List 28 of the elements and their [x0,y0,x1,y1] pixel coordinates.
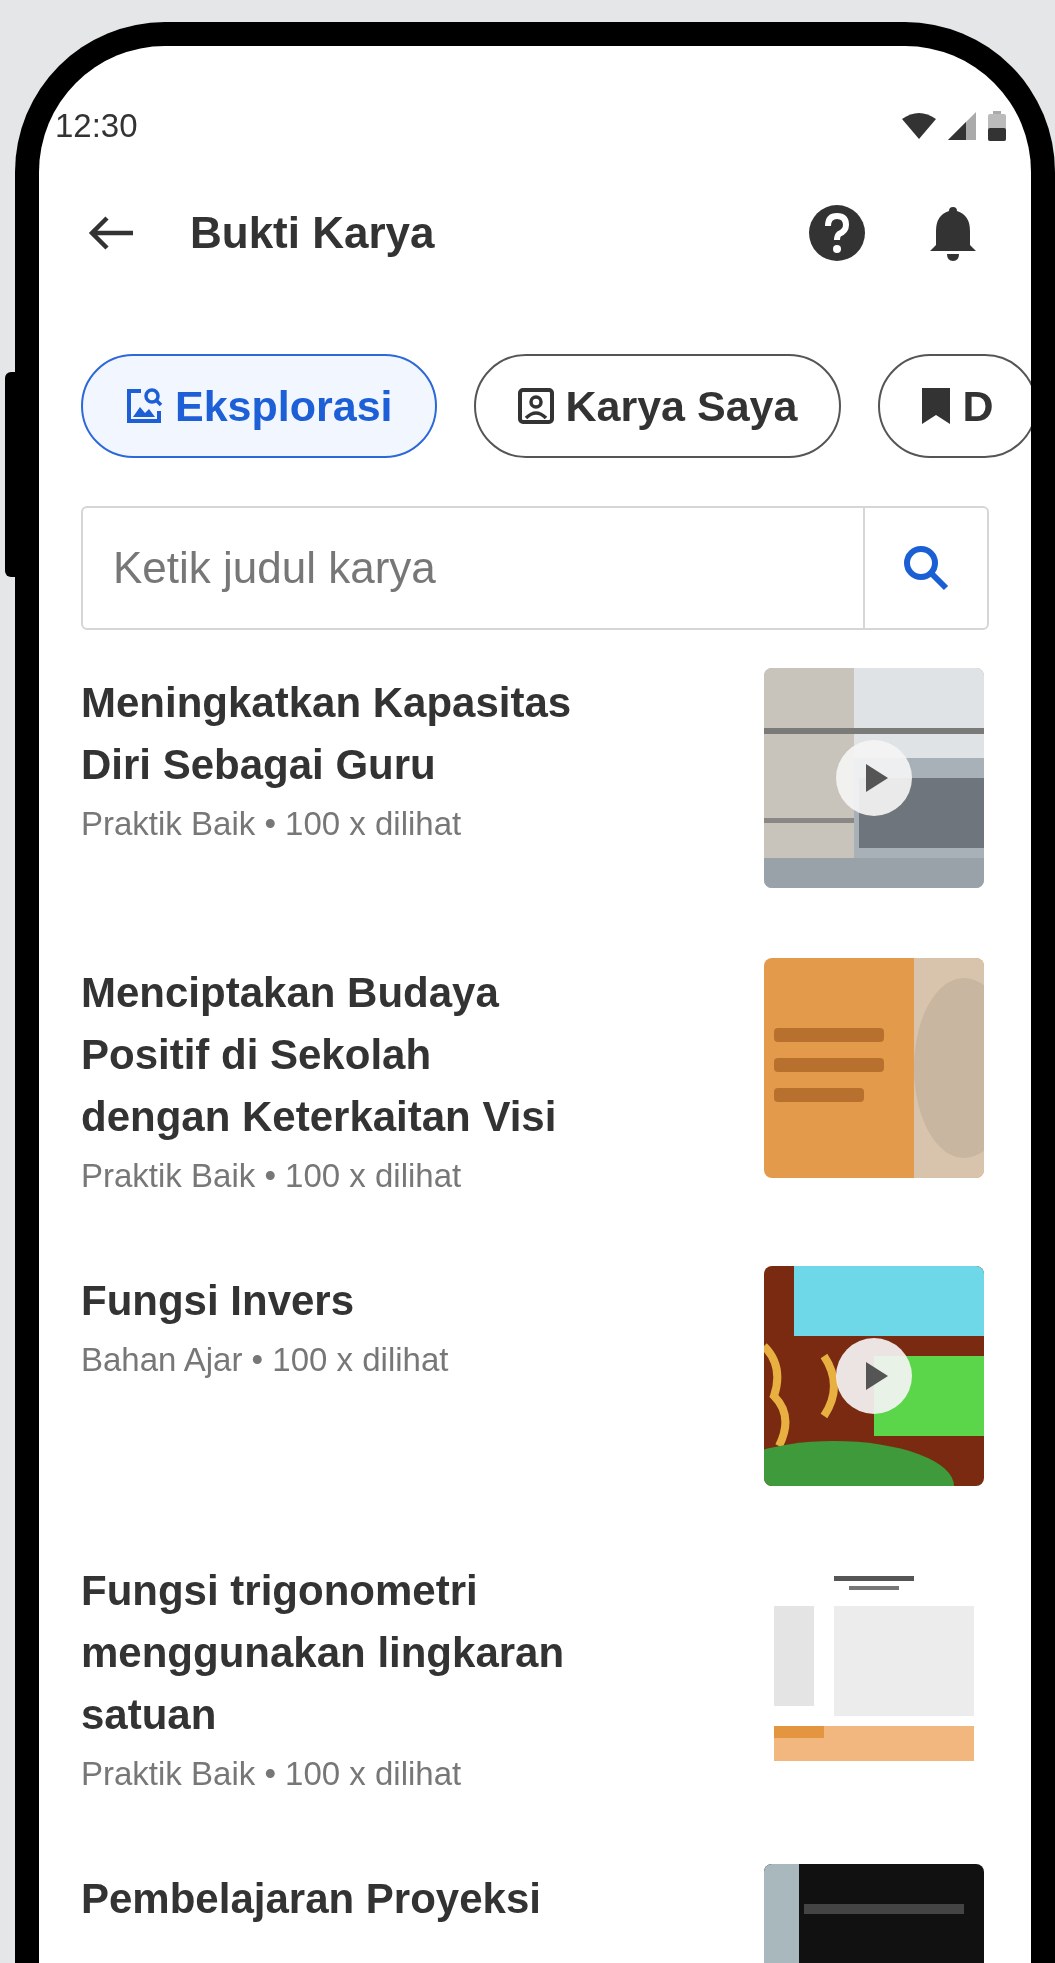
search-bar[interactable]: Ketik judul karya [81,506,989,630]
back-arrow-icon[interactable] [87,215,135,251]
filter-tab[interactable]: Eksplorasi [81,354,437,458]
bookmark-icon [922,388,951,424]
item-title[interactable]: Menciptakan Budaya Positif di Sekolah dengan Keterkaitan Visi [81,962,681,1148]
item-meta: Praktik Baik • 100 x dilihat [81,804,463,844]
search-icon [903,545,949,591]
item-meta: Praktik Baik • 100 x dilihat [81,1156,463,1196]
notification-bell-icon[interactable] [930,205,976,261]
page-title: Bukti Karya [190,207,435,259]
item-meta: Bahan Ajar • 100 x dilihat [81,1340,450,1380]
wifi-icon [902,113,936,139]
signal-icon [948,112,976,140]
play-icon[interactable] [836,1338,912,1414]
play-icon[interactable] [836,740,912,816]
item-meta: Praktik Baik • 100 x dilihat [81,1754,463,1794]
filter-tab[interactable]: D [878,354,1031,458]
item-title[interactable]: Pembelajaran Proyeksi [81,1868,681,1930]
filter-tab[interactable]: Karya Saya [473,354,842,458]
gallery-search-icon [125,387,163,425]
help-icon[interactable] [808,204,866,262]
search-field[interactable]: Ketik judul karya [83,508,863,628]
status-time: 12:30 [55,106,138,147]
portrait-icon [517,388,554,424]
battery-icon [988,111,1006,141]
item-title[interactable]: Fungsi Invers [81,1270,681,1332]
item-title[interactable]: Fungsi trigonometri menggunakan lingkaran satuan [81,1560,681,1746]
item-title[interactable]: Meningkatkan Kapasitas Diri Sebagai Guru [81,672,681,796]
